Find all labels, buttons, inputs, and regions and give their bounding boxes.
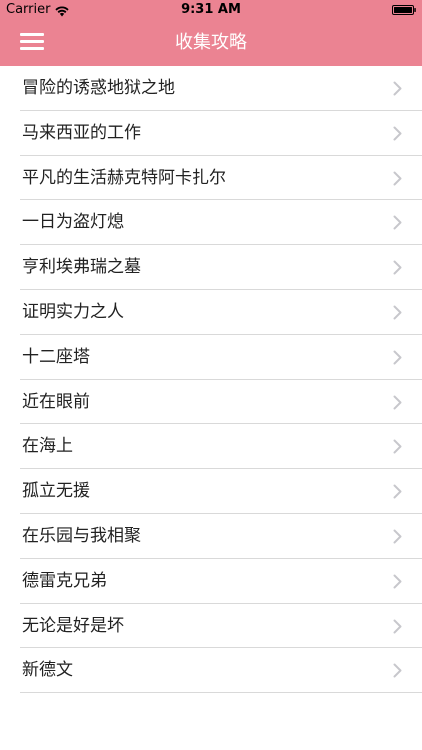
list-item-label: 冒险的诱惑地狱之地 — [22, 78, 175, 98]
list-item-label: 新德文 — [22, 660, 73, 681]
chevron-right-icon — [393, 529, 402, 544]
list-item[interactable]: 马来西亚的工作 — [0, 111, 422, 156]
list-item-label: 在海上 — [22, 436, 73, 457]
list-item-label: 近在眼前 — [22, 391, 90, 412]
list-item[interactable]: 亨利埃弗瑞之墓 — [0, 245, 422, 290]
status-time: 9:31 AM — [181, 2, 241, 17]
list-item[interactable]: 无论是好是坏 — [0, 604, 422, 649]
list-item[interactable]: 冒险的诱惑地狱之地 — [0, 66, 422, 111]
list-item[interactable]: 孤立无援 — [0, 469, 422, 514]
app-screen: Carrier 9:31 AM 收集攻略 冒险的诱惑地狱之地 马来西亚的工作 平… — [0, 0, 422, 750]
list-item[interactable]: 平凡的生活赫克特阿卡扎尔 — [0, 156, 422, 201]
list-item-label: 证明实力之人 — [22, 301, 124, 322]
chevron-right-icon — [393, 439, 402, 454]
chevron-right-icon — [393, 395, 402, 410]
list-item[interactable]: 在乐园与我相聚 — [0, 514, 422, 559]
chevron-right-icon — [393, 215, 402, 230]
navigation-bar: 收集攻略 — [0, 20, 422, 66]
chevron-right-icon — [393, 171, 402, 186]
list-item-label: 在乐园与我相聚 — [22, 525, 141, 546]
list-item-label: 无论是好是坏 — [22, 615, 124, 636]
chevron-right-icon — [393, 663, 402, 678]
list-item[interactable]: 一日为盗灯熄 — [0, 200, 422, 246]
status-bar: Carrier 9:31 AM — [0, 0, 422, 20]
list-item-label: 十二座塔 — [22, 346, 90, 367]
list-item[interactable]: 近在眼前 — [0, 380, 422, 425]
chevron-right-icon — [393, 484, 402, 499]
list-item-label: 一日为盗灯熄 — [22, 212, 124, 233]
chevron-right-icon — [393, 350, 402, 365]
chevron-right-icon — [393, 574, 402, 589]
list-item-label: 平凡的生活赫克特阿卡扎尔 — [22, 167, 226, 188]
chevron-right-icon — [393, 81, 402, 96]
list-item[interactable]: 证明实力之人 — [0, 290, 422, 335]
battery-icon — [392, 5, 416, 15]
list-item[interactable]: 新德文 — [0, 648, 422, 694]
guide-list: 冒险的诱惑地狱之地 马来西亚的工作平凡的生活赫克特阿卡扎尔 一日为盗灯熄 亨利埃弗瑞之… — [0, 66, 422, 694]
chevron-right-icon — [393, 305, 402, 320]
list-item-label: 孤立无援 — [22, 481, 90, 502]
page-title: 收集攻略 — [175, 32, 247, 53]
chevron-right-icon — [393, 260, 402, 275]
list-item-label: 德雷克兄弟 — [22, 570, 107, 591]
header: Carrier 9:31 AM 收集攻略 — [0, 0, 422, 66]
list-item[interactable]: 在海上 — [0, 424, 422, 470]
list-item[interactable]: 德雷克兄弟 — [0, 559, 422, 604]
chevron-right-icon — [393, 619, 402, 634]
row-divider — [20, 692, 422, 694]
list-item-label: 亨利埃弗瑞之墓 — [22, 257, 141, 278]
list-item[interactable]: 十二座塔 — [0, 335, 422, 380]
chevron-right-icon — [393, 126, 402, 141]
list-item-label: 马来西亚的工作 — [22, 122, 141, 143]
